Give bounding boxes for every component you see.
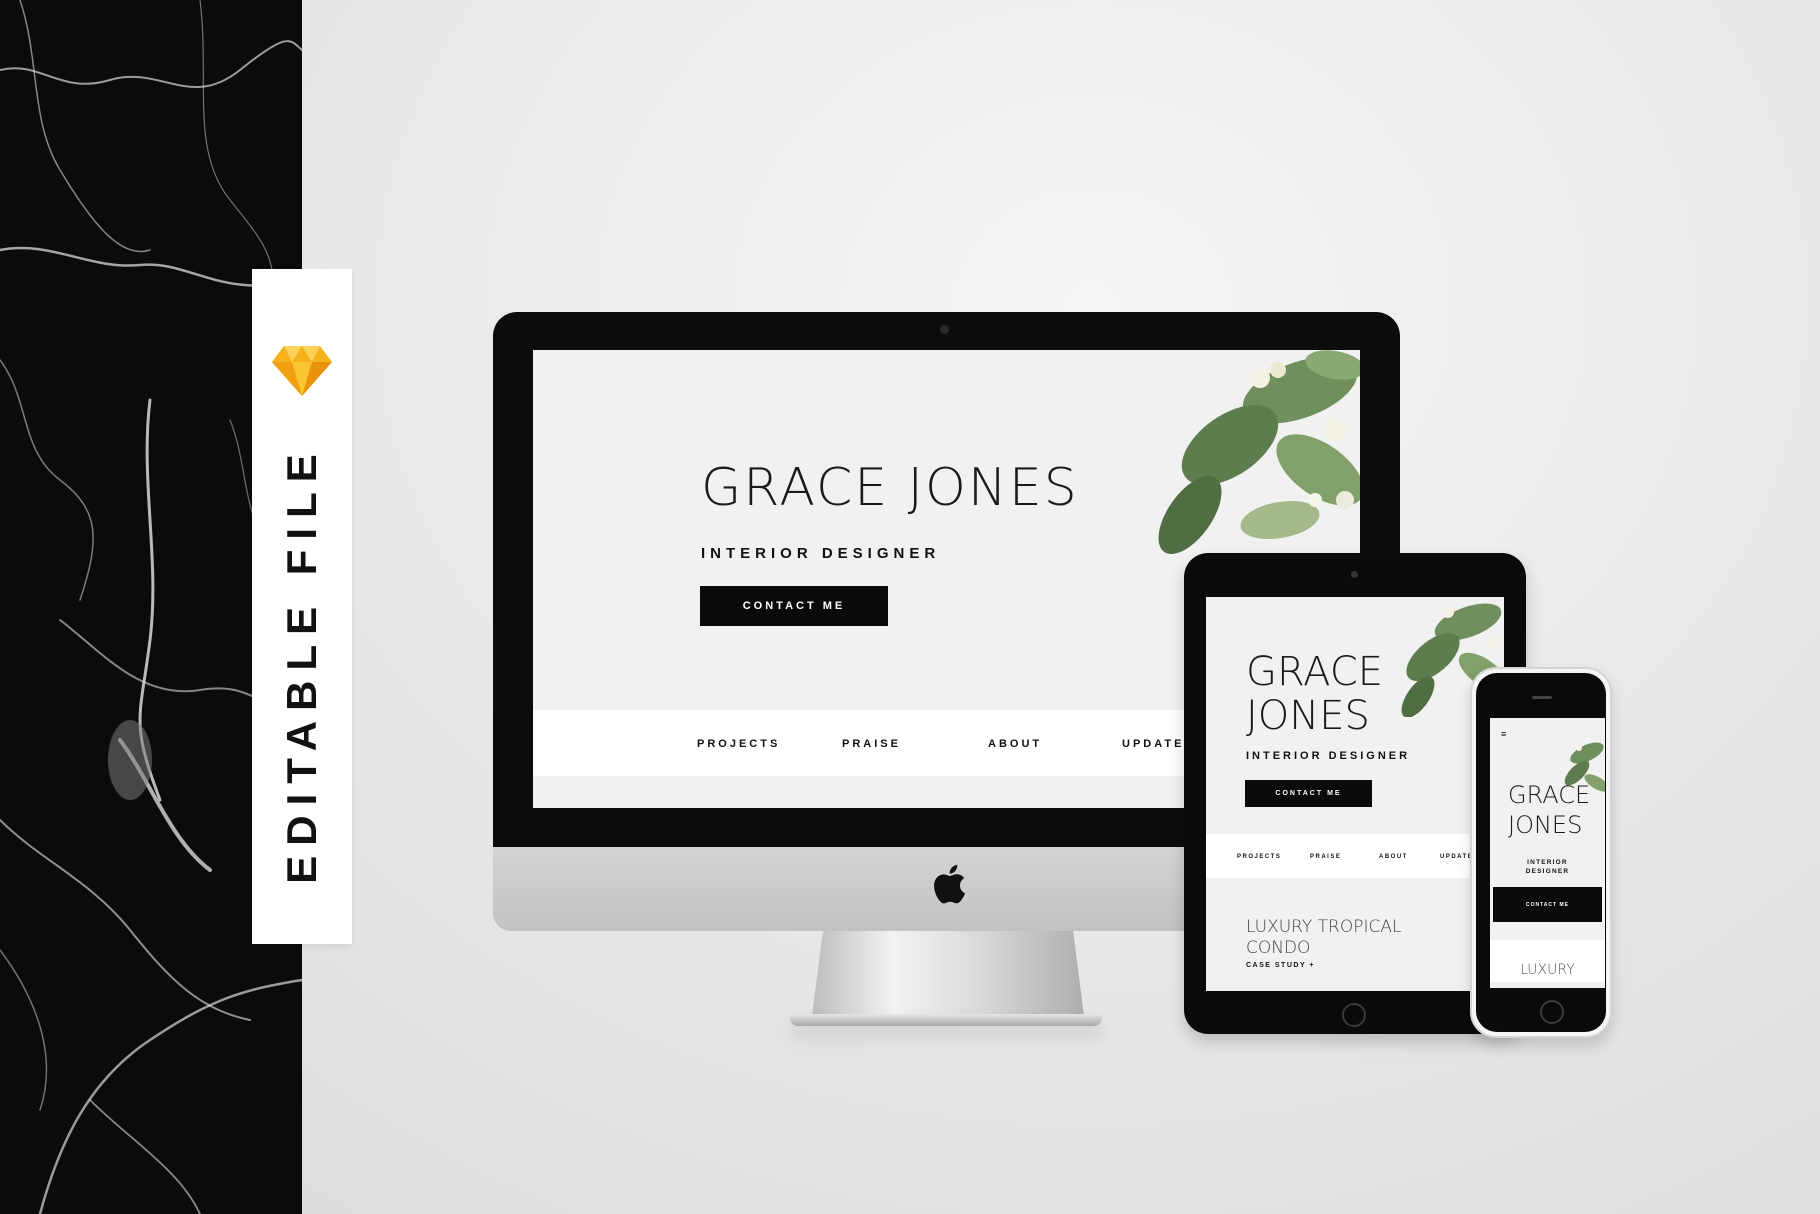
imac-stand-neck: [812, 931, 1084, 1016]
imac-camera: [940, 325, 949, 334]
iphone-speaker: [1532, 696, 1552, 699]
nav-item-about[interactable]: ABOUT: [1379, 854, 1408, 860]
site-name-heading: GRACE JONES: [1508, 781, 1591, 839]
sketch-diamond-icon: [272, 346, 332, 396]
editable-file-badge: EDITABLE FILE: [252, 269, 352, 944]
project-title: LUXURY: [1520, 962, 1575, 978]
iphone-home-button: [1540, 1000, 1564, 1024]
tablet-nav-bar: PROJECTS PRAISE ABOUT UPDATES: [1206, 834, 1504, 878]
contact-me-button[interactable]: CONTACT ME: [1245, 780, 1372, 807]
site-role-subheading: INTERIOR DESIGNER: [1246, 750, 1411, 762]
site-role-subheading: INTERIOR DESIGNER: [1525, 859, 1570, 875]
case-study-link[interactable]: CASE STUDY +: [1246, 962, 1315, 969]
site-role-subheading: INTERIOR DESIGNER: [701, 545, 941, 562]
editable-file-label: EDITABLE FILE: [278, 444, 325, 884]
imac-stand-foot: [790, 1014, 1102, 1026]
ipad-home-button: [1342, 1003, 1366, 1027]
project-title: LUXURY TROPICAL CONDO: [1246, 917, 1402, 958]
nav-item-praise[interactable]: PRAISE: [1310, 854, 1341, 860]
apple-logo-icon: [934, 864, 965, 904]
nav-item-projects[interactable]: PROJECTS: [1237, 854, 1281, 860]
nav-item-about[interactable]: ABOUT: [988, 738, 1042, 750]
tablet-website-preview: GRACE JONES INTERIOR DESIGNER CONTACT ME…: [1206, 597, 1504, 991]
hamburger-menu-icon[interactable]: ≡: [1501, 729, 1506, 739]
contact-me-button[interactable]: CONTACT ME: [700, 586, 888, 626]
contact-me-button[interactable]: CONTACT ME: [1493, 887, 1602, 922]
site-name-heading: GRACE JONES: [1246, 649, 1384, 739]
nav-item-praise[interactable]: PRAISE: [842, 738, 901, 750]
nav-item-projects[interactable]: PROJECTS: [697, 738, 780, 750]
ipad-camera: [1351, 571, 1358, 578]
site-name-heading: GRACE JONES: [701, 458, 1079, 518]
botanical-leaves-illustration: [1158, 350, 1360, 554]
phone-website-preview: ≡ GRACE JONES INTERIOR DESIGNER CONTACT …: [1490, 718, 1605, 988]
